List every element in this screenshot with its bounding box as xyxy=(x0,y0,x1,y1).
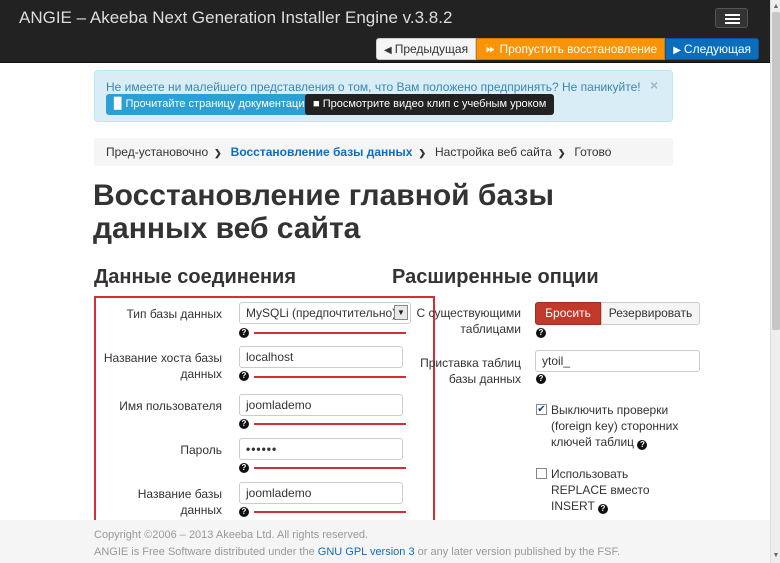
breadcrumb-item-finish: Готово xyxy=(574,145,612,159)
skip-restore-label: Пропустить восстановление xyxy=(499,42,658,56)
page: ANGIE – Akeeba Next Generation Installer… xyxy=(0,0,780,563)
book-icon: ▉ xyxy=(114,98,126,110)
chevron-right-icon: ❯ xyxy=(418,148,427,158)
wizard-nav-group: ◀ Предыдущая ⏩ Пропустить восстановление ▶… xyxy=(376,38,760,60)
scroll-up-icon[interactable]: ▲ xyxy=(772,2,780,12)
license-prefix: ANGIE is Free Software distributed under… xyxy=(94,546,315,558)
question-icon[interactable]: ? xyxy=(536,374,546,384)
table-prefix-input[interactable]: ytoil_ xyxy=(535,350,700,372)
arrow-right-icon: ▶ xyxy=(673,45,681,56)
next-button[interactable]: ▶ Следующая xyxy=(665,38,760,60)
footer: Copyright ©2006 – 2013 Akeeba Ltd. All r… xyxy=(0,520,770,563)
page-title: Восстановление главной базы данных веб с… xyxy=(93,179,555,245)
question-icon[interactable]: ? xyxy=(637,440,648,450)
alert-text: Не имеете ни малейшего представления о т… xyxy=(106,80,641,94)
advanced-heading: Расширенные опции xyxy=(392,266,599,288)
alert-close-icon[interactable]: × xyxy=(650,77,658,93)
footer-license: ANGIE is Free Software distributed under… xyxy=(94,546,620,558)
breadcrumb-item-site-setup: Настройка веб сайта xyxy=(435,145,552,159)
backup-tables-button[interactable]: Резервировать xyxy=(601,302,700,325)
connection-heading: Данные соединения xyxy=(94,266,296,288)
breadcrumb-item-database: Восстановление базы данных xyxy=(230,145,413,159)
footer-copyright: Copyright ©2006 – 2013 Akeeba Ltd. All r… xyxy=(94,529,369,541)
app-title: ANGIE – Akeeba Next Generation Installer… xyxy=(19,8,453,27)
vertical-scrollbar[interactable]: ▲ ▼ xyxy=(770,0,780,563)
drop-tables-button[interactable]: Бросить xyxy=(535,302,601,325)
read-docs-button[interactable]: ▉ Прочитайте страницу документации xyxy=(106,94,319,115)
navbar: ANGIE – Akeeba Next Generation Installer… xyxy=(0,0,770,63)
watch-video-button[interactable]: ■ Просмотрите видео клип с учебным уроко… xyxy=(305,94,555,115)
question-icon[interactable]: ? xyxy=(536,328,546,338)
fast-forward-icon: ⏩ xyxy=(484,45,497,56)
read-docs-label: Прочитайте страницу документации xyxy=(125,98,311,110)
chevron-right-icon: ❯ xyxy=(557,148,566,158)
breadcrumb: Пред-установочно ❯ Восстановление базы дан… xyxy=(94,138,673,166)
license-suffix: or any later version published by the FS… xyxy=(417,546,621,558)
chevron-right-icon: ❯ xyxy=(214,148,222,158)
scroll-thumb[interactable] xyxy=(772,12,780,330)
next-button-label: Следующая xyxy=(683,42,752,56)
previous-button[interactable]: ◀ Предыдущая xyxy=(376,38,477,60)
scroll-down-icon[interactable]: ▼ xyxy=(772,551,780,561)
disable-fk-checkbox[interactable]: ✔ xyxy=(536,404,547,415)
watch-video-label: Просмотрите видео клип с учебным уроком xyxy=(322,98,547,110)
use-replace-label: Использовать REPLACE вместо INSERT ? xyxy=(551,466,661,514)
skip-restore-button[interactable]: ⏩ Пропустить восстановление xyxy=(476,38,666,60)
hamburger-menu-icon[interactable] xyxy=(715,8,748,28)
arrow-left-icon: ◀ xyxy=(384,45,392,56)
previous-button-label: Предыдущая xyxy=(394,42,469,56)
help-alert: Не имеете ни малейшего представления о т… xyxy=(94,70,673,122)
table-prefix-label: Приставка таблиц базы данных xyxy=(420,356,521,386)
question-icon[interactable]: ? xyxy=(597,504,608,514)
video-icon: ■ xyxy=(313,98,323,110)
annotation-highlight-box xyxy=(94,296,435,527)
use-replace-checkbox[interactable] xyxy=(536,468,547,479)
disable-fk-label: Выключить проверки (foreign key) сторонн… xyxy=(551,402,681,450)
existing-tables-label: С существующими таблицами xyxy=(416,306,521,336)
breadcrumb-item-preinstall: Пред-установочно xyxy=(106,145,209,159)
disable-fk-text: Выключить проверки (foreign key) сторонн… xyxy=(551,403,679,449)
gpl-link[interactable]: GNU GPL version 3 xyxy=(318,546,415,558)
